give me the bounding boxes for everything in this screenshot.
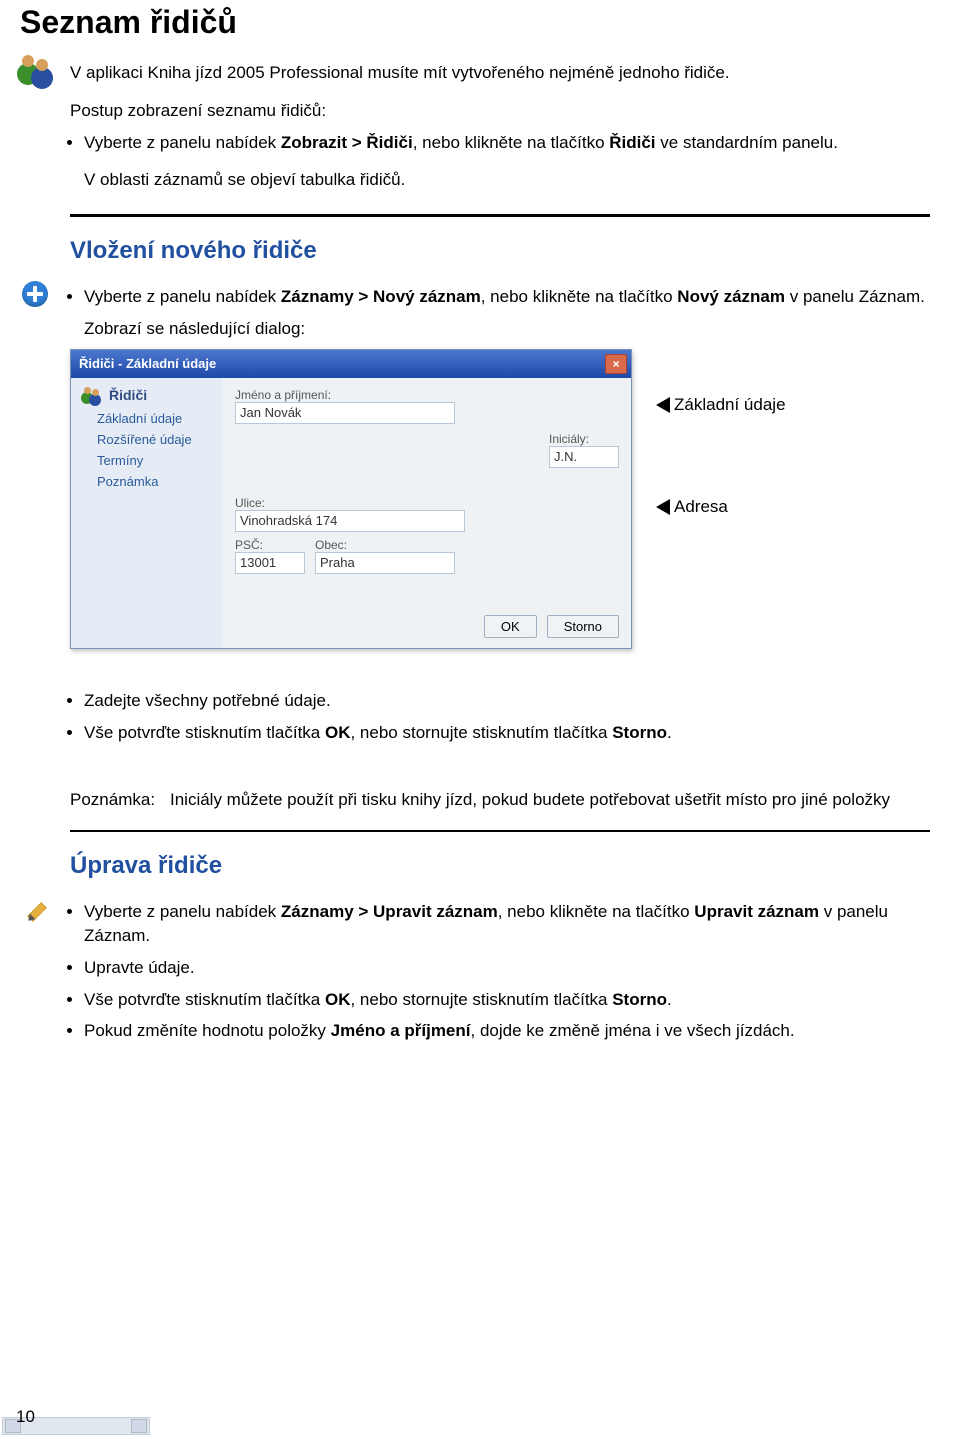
dialog-title: Řidiči - Základní údaje xyxy=(79,356,216,371)
list-item: Pokud změníte hodnotu položky Jméno a př… xyxy=(84,1019,930,1043)
dialog-window: Řidiči - Základní údaje × Řidiči Základn… xyxy=(70,349,632,649)
ok-button[interactable]: OK xyxy=(484,615,537,638)
intro-subheading: Postup zobrazení seznamu řidičů: xyxy=(70,99,930,123)
plus-icon xyxy=(22,281,48,307)
label-initials: Iniciály: xyxy=(549,432,619,446)
initials-field[interactable]: J.N. xyxy=(549,446,619,468)
list-item: Vše potvrďte stisknutím tlačítka OK, neb… xyxy=(84,988,930,1012)
sec2-list: Vyberte z panelu nabídek Záznamy > Uprav… xyxy=(84,900,930,1043)
intro-text: V aplikaci Kniha jízd 2005 Professional … xyxy=(70,61,930,85)
sidebar-header: Řidiči xyxy=(81,386,215,404)
psc-field[interactable]: 13001 xyxy=(235,552,305,574)
sec1-list: Vyberte z panelu nabídek Záznamy > Nový … xyxy=(84,285,930,309)
list-item: Zadejte všechny potřebné údaje. xyxy=(84,689,930,713)
label-city: Obec: xyxy=(315,538,455,552)
cancel-button[interactable]: Storno xyxy=(547,615,619,638)
sec1b-list: Zadejte všechny potřebné údaje. Vše potv… xyxy=(84,689,930,745)
list-item: Vyberte z panelu nabídek Zobrazit > Řidi… xyxy=(84,131,930,155)
note-block: Poznámka: Iniciály můžete použít při tis… xyxy=(70,788,930,812)
callout: Základní údaje xyxy=(656,395,786,415)
dialog-sidebar: Řidiči Základní údaje Rozšířené údaje Te… xyxy=(71,378,223,648)
sec1-after: Zobrazí se následující dialog: xyxy=(84,317,930,341)
sidebar-item[interactable]: Poznámka xyxy=(81,471,215,492)
drivers-icon xyxy=(15,51,55,91)
dialog-form: Jméno a příjmení: Jan Novák Iniciály: J.… xyxy=(223,378,631,648)
list-item: Vše potvrďte stisknutím tlačítka OK, neb… xyxy=(84,721,930,745)
street-field[interactable]: Vinohradská 174 xyxy=(235,510,465,532)
drivers-icon xyxy=(81,386,103,404)
page-title: Seznam řidičů xyxy=(20,4,960,41)
sidebar-item[interactable]: Základní údaje xyxy=(81,408,215,429)
sidebar-item[interactable]: Termíny xyxy=(81,450,215,471)
scroll-right[interactable] xyxy=(131,1419,147,1433)
intro-note: V oblasti záznamů se objeví tabulka řidi… xyxy=(84,168,930,192)
list-item: Vyberte z panelu nabídek Záznamy > Uprav… xyxy=(84,900,930,948)
close-icon[interactable]: × xyxy=(605,354,627,374)
sidebar-item[interactable]: Rozšířené údaje xyxy=(81,429,215,450)
label-psc: PSČ: xyxy=(235,538,305,552)
city-field[interactable]: Praha xyxy=(315,552,455,574)
intro-list: Vyberte z panelu nabídek Zobrazit > Řidi… xyxy=(84,131,930,155)
triangle-left-icon xyxy=(656,397,670,413)
label-name: Jméno a příjmení: xyxy=(235,388,455,402)
section-heading: Úprava řidiče xyxy=(70,852,930,880)
section-heading: Vložení nového řidiče xyxy=(70,237,930,265)
name-field[interactable]: Jan Novák xyxy=(235,402,455,424)
callout: Adresa xyxy=(656,497,786,517)
divider xyxy=(70,830,930,832)
dialog-titlebar[interactable]: Řidiči - Základní údaje × xyxy=(71,350,631,378)
page-number: 10 xyxy=(16,1407,35,1427)
list-item: Upravte údaje. xyxy=(84,956,930,980)
label-street: Ulice: xyxy=(235,496,619,510)
list-item: Vyberte z panelu nabídek Záznamy > Nový … xyxy=(84,285,930,309)
pencil-icon xyxy=(21,896,49,924)
triangle-left-icon xyxy=(656,499,670,515)
divider xyxy=(70,214,930,217)
